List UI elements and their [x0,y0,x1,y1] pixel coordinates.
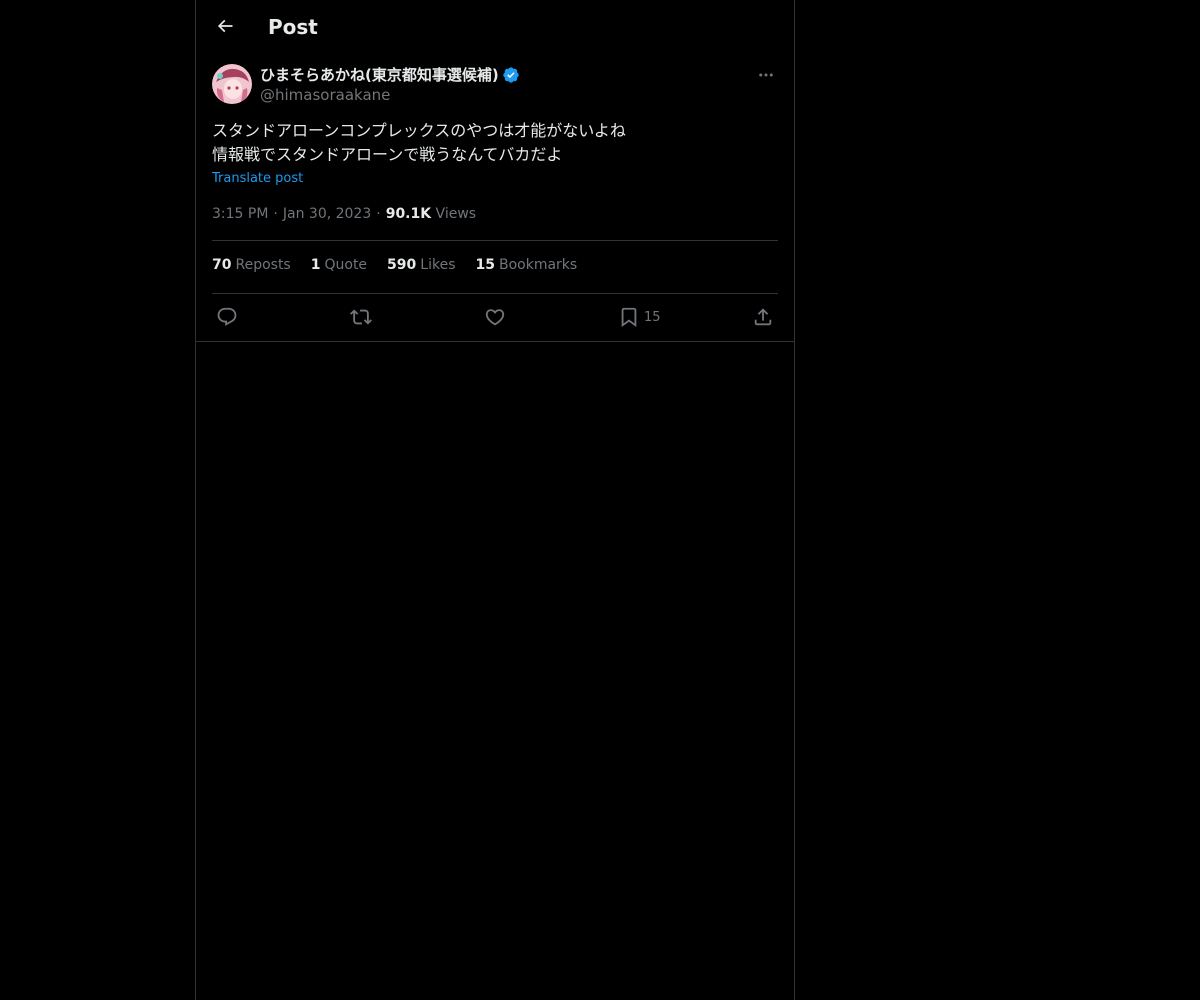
action-bar: 15 [212,305,778,329]
reply-icon [217,307,237,326]
share-icon [754,308,772,326]
meta-separator: · [273,206,278,222]
avatar[interactable] [212,64,252,104]
views-label: Views [435,206,477,222]
views-count: 90.1K [385,206,432,222]
bookmark-icon [621,307,637,328]
divider [196,341,794,342]
post-text-line: スタンドアローンコンプレックスのやつは才能がないよね [212,121,626,140]
like-button[interactable] [484,305,506,329]
heart-icon [485,309,505,326]
user-handle[interactable]: @himasoraakane [260,85,520,105]
header: Post [196,0,794,53]
post-date[interactable]: Jan 30, 2023 [283,206,371,222]
reposts-count: 70 [212,257,232,273]
divider [212,240,778,241]
post-text: スタンドアローンコンプレックスのやつは才能がないよね 情報戦でスタンドアローンで… [212,119,778,167]
main-column: Post ひまそらあかね(東京都知事選候補) @himasoraakane スタ… [195,0,795,1000]
likes-stat[interactable]: 590 Likes [387,257,455,277]
quotes-stat[interactable]: 1 Quote [311,257,367,277]
likes-count: 590 [387,257,417,273]
verified-badge-icon[interactable] [502,66,520,84]
avatar-image [212,64,252,104]
user-info: ひまそらあかね(東京都知事選候補) @himasoraakane [260,64,520,105]
back-button[interactable] [208,9,242,43]
bookmarks-count: 15 [475,257,495,273]
likes-label: Likes [420,257,456,273]
post-text-line: 情報戦でスタンドアローンで戦うなんてバカだよ [212,145,563,164]
post-meta: 3:15 PM · Jan 30, 2023 · 90.1K Views [212,204,476,224]
bookmarks-label: Bookmarks [498,257,578,273]
reply-button[interactable] [216,305,238,329]
repost-button[interactable] [350,305,372,329]
reposts-label: Reposts [235,257,291,273]
post-stats: 70 Reposts 1 Quote 590 Likes 15 Bookmarks [212,257,577,277]
translate-post-link[interactable]: Translate post [212,170,303,188]
quotes-label: Quote [324,257,368,273]
bookmark-count: 15 [644,309,661,325]
divider [212,293,778,294]
quotes-count: 1 [310,257,321,273]
more-options-button[interactable] [754,64,778,86]
meta-separator: · [376,206,381,222]
reposts-stat[interactable]: 70 Reposts [212,257,291,277]
bookmarks-stat[interactable]: 15 Bookmarks [476,257,578,277]
page-title: Post [268,15,318,39]
arrow-left-icon [217,19,233,33]
display-name[interactable]: ひまそらあかね(東京都知事選候補) [260,64,499,85]
more-dots-icon [759,73,773,77]
share-button[interactable] [752,305,774,329]
bookmark-button[interactable]: 15 [618,305,661,329]
repost-icon [350,309,372,325]
display-name-row: ひまそらあかね(東京都知事選候補) [260,64,520,85]
post-time[interactable]: 3:15 PM [212,206,268,222]
